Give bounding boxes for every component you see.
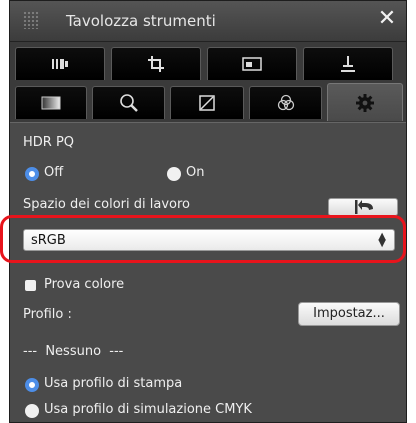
hdr-pq-heading: HDR PQ — [23, 135, 75, 150]
hdr-off-radio[interactable] — [25, 167, 39, 181]
cmyk-profile-label: Usa profilo di simulazione CMYK — [44, 402, 252, 417]
profile-value: --- Nessuno --- — [23, 344, 124, 359]
tab-nr-lens[interactable] — [92, 86, 165, 119]
hdr-on-label: On — [186, 165, 205, 180]
histogram-tool-icon — [52, 59, 68, 69]
tab-image-adjust[interactable] — [207, 47, 297, 80]
select-arrows-icon: ▲ ▼ — [378, 231, 386, 249]
picture-style-icon — [41, 96, 61, 110]
tab-histogram[interactable] — [15, 47, 105, 80]
tab-picture-style[interactable] — [15, 86, 87, 119]
hdr-off-label: Off — [44, 165, 64, 180]
proof-checkbox[interactable] — [25, 280, 36, 291]
tab-trim-angle[interactable] — [170, 86, 244, 119]
tool-palette-window: Tavolozza strumenti ✕ HDR PQ Off On Spaz… — [9, 0, 407, 423]
settings-button[interactable]: Impostaz... — [298, 302, 400, 326]
settings-panel: HDR PQ Off On Spazio dei colori di lavor… — [10, 122, 406, 422]
cmyk-profile-radio[interactable] — [25, 404, 39, 418]
title-bar[interactable]: Tavolozza strumenti ✕ — [10, 1, 406, 42]
tab-crop[interactable] — [111, 47, 201, 80]
profile-label: Profilo : — [23, 307, 72, 322]
tab-stamp[interactable] — [303, 47, 393, 80]
tab-settings[interactable] — [327, 83, 403, 121]
image-adjust-icon — [242, 57, 262, 71]
hdr-on-radio[interactable] — [167, 167, 181, 181]
tab-color[interactable] — [249, 86, 322, 119]
settings-gear-icon — [356, 93, 374, 112]
trim-angle-icon — [199, 95, 215, 111]
drag-grip-icon[interactable] — [23, 11, 39, 29]
reset-color-space-button[interactable] — [328, 198, 398, 216]
color-space-value: sRGB — [31, 233, 66, 248]
color-space-select[interactable]: sRGB ▲ ▼ — [23, 229, 395, 251]
stamp-icon — [341, 56, 355, 72]
print-profile-radio[interactable] — [25, 378, 39, 392]
proof-label: Prova colore — [44, 277, 125, 292]
print-profile-label: Usa profilo di stampa — [44, 376, 183, 391]
close-button[interactable]: ✕ — [376, 7, 398, 31]
crop-icon — [148, 56, 164, 72]
window-title: Tavolozza strumenti — [66, 12, 216, 30]
color-circle-icon — [277, 94, 294, 111]
nr-lens-icon — [119, 94, 138, 112]
undo-arrow-icon — [355, 200, 373, 214]
color-space-label: Spazio dei colori di lavoro — [23, 197, 190, 211]
